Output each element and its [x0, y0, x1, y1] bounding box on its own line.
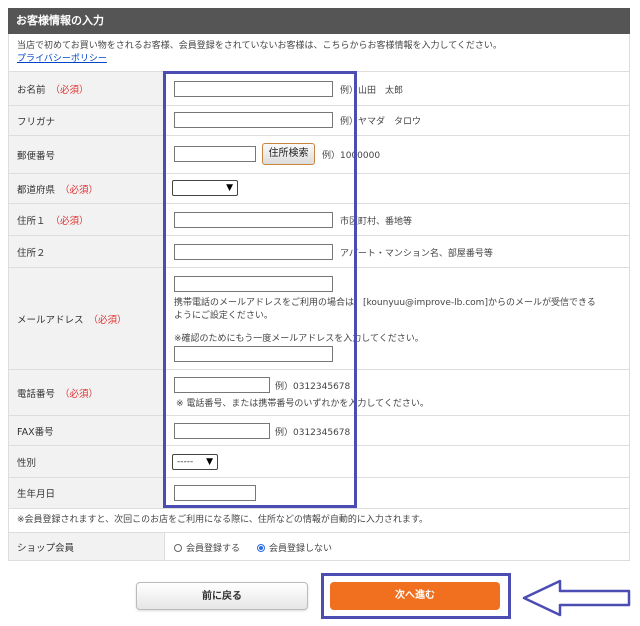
radio-no-register-label: 会員登録しない [269, 544, 333, 554]
next-button[interactable]: 次へ進む [330, 582, 500, 610]
form-section-header: お客様情報の入力 [8, 8, 630, 34]
back-button[interactable]: 前に戻る [136, 582, 308, 610]
input-area-highlight [163, 71, 357, 508]
radio-selected-icon [257, 544, 265, 552]
row-label: お名前 （必須） [9, 72, 165, 105]
label-gender: 性別 [17, 457, 37, 469]
row-label: メールアドレス （必須） [9, 268, 165, 369]
label-email: メールアドレス [17, 314, 84, 326]
required-mark: （必須） [88, 314, 127, 326]
required-mark: （必須） [60, 184, 99, 196]
intro-panel: 当店で初めてお買い物をされるお客様、会員登録をされていないお客様は、こちらからお… [8, 34, 630, 72]
label-address1: 住所１ [17, 215, 46, 227]
label-fax: FAX番号 [17, 426, 54, 438]
row-label: 都道府県 （必須） [9, 174, 165, 203]
label-prefecture: 都道府県 [17, 184, 56, 196]
row-label: FAX番号 [9, 416, 165, 445]
row-label: 郵便番号 [9, 136, 165, 173]
required-mark: （必須） [60, 388, 99, 400]
radio-register-label: 会員登録する [186, 544, 241, 554]
row-shop-member: ショップ会員 会員登録する 会員登録しない [8, 533, 630, 561]
row-label: 性別 [9, 446, 165, 477]
radio-no-register[interactable]: 会員登録しない [257, 541, 332, 554]
required-mark: （必須） [50, 215, 89, 227]
required-mark: （必須） [50, 84, 89, 96]
label-shop-member: ショップ会員 [17, 542, 75, 554]
intro-text: 当店で初めてお買い物をされるお客様、会員登録をされていないお客様は、こちらからお… [17, 41, 502, 51]
arrow-left-icon [522, 579, 631, 617]
row-label: 生年月日 [9, 478, 165, 508]
radio-register[interactable]: 会員登録する [174, 541, 240, 554]
radio-unselected-icon [174, 544, 182, 552]
row-label: 住所２ [9, 236, 165, 267]
label-address2: 住所２ [17, 247, 46, 259]
row-label: フリガナ [9, 106, 165, 135]
label-birthday: 生年月日 [17, 489, 56, 500]
label-phone: 電話番号 [17, 388, 56, 400]
label-postal: 郵便番号 [17, 150, 56, 162]
privacy-policy-link[interactable]: プライバシーポリシー [17, 54, 107, 64]
membership-note: ※会員登録されますと、次回このお店をご利用になる際に、住所などの情報が自動的に入… [8, 509, 630, 533]
row-label: 電話番号 （必須） [9, 370, 165, 415]
row-label: ショップ会員 [9, 533, 165, 560]
address2-example: アパート・マンション名、部屋番号等 [340, 249, 493, 259]
label-name: お名前 [17, 84, 46, 96]
label-furigana: フリガナ [17, 116, 56, 128]
row-label: 住所１ （必須） [9, 204, 165, 235]
